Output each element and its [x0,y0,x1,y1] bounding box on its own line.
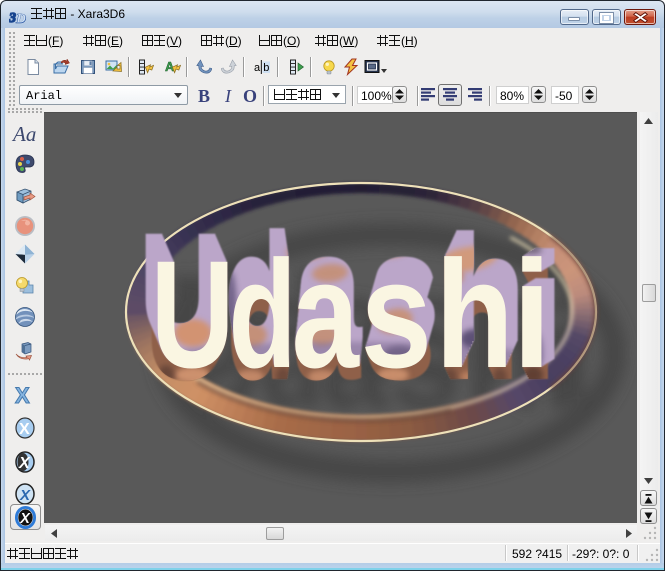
svg-text:h: h [435,228,513,399]
svg-text:s: s [361,228,432,399]
svg-text:a: a [292,229,360,400]
svg-text:X: X [19,511,31,527]
svg-text:U: U [151,228,235,399]
svg-text:D: D [15,10,26,25]
svg-text:d: d [229,230,297,400]
svg-text:3: 3 [9,11,16,26]
svg-text:b: b [263,62,269,74]
svg-text:a: a [254,62,261,74]
svg-text:X: X [19,421,30,438]
svg-text:i: i [513,229,552,400]
svg-text:X: X [18,455,31,472]
svg-text:X: X [19,487,31,504]
